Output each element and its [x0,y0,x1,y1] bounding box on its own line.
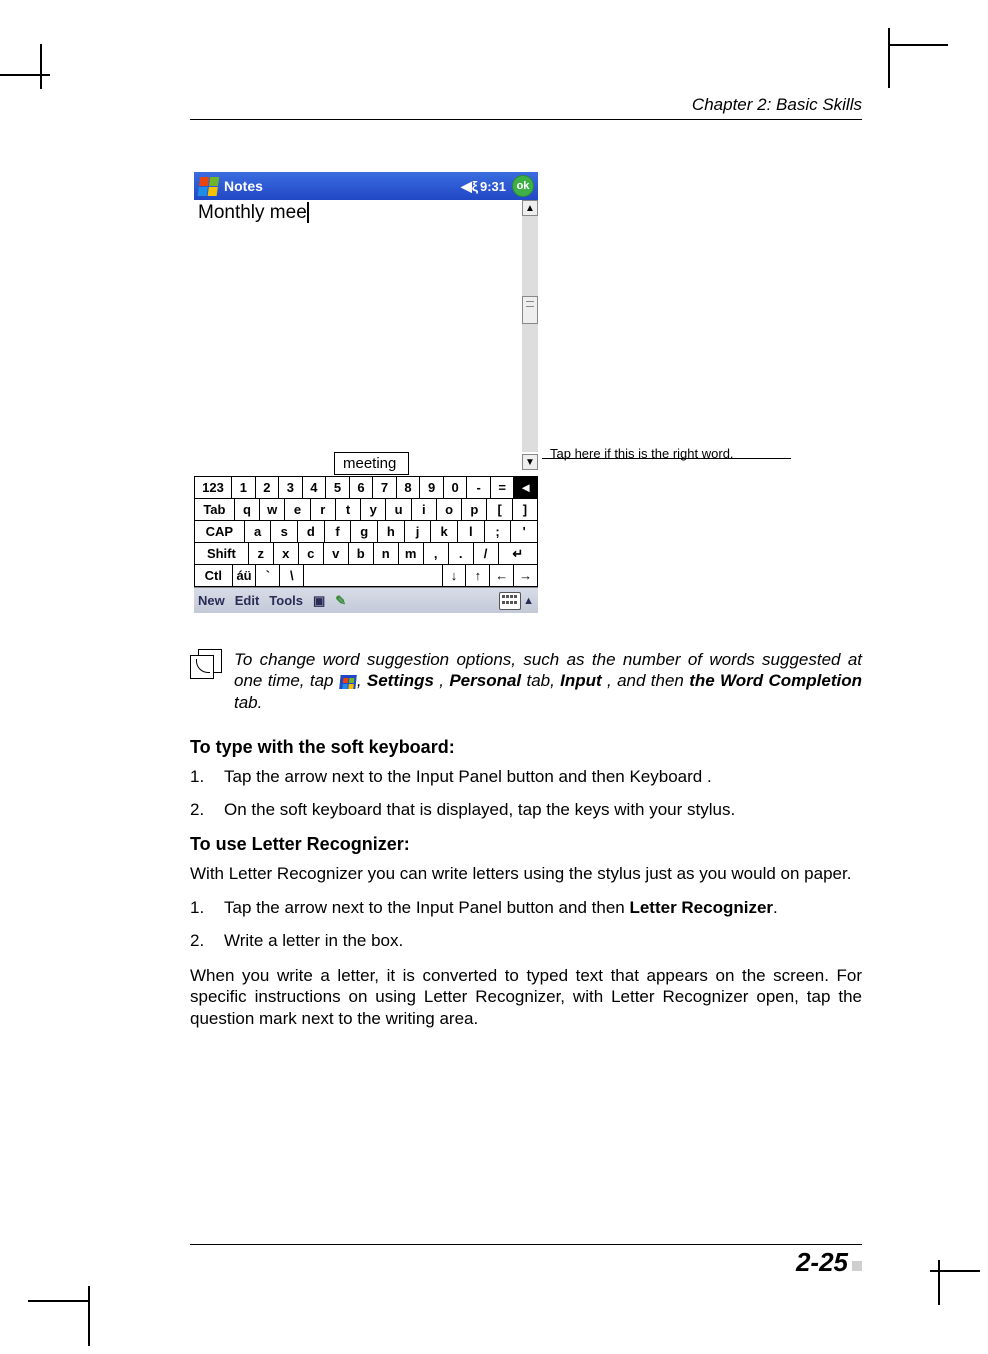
key-up[interactable]: ↑ [466,565,490,587]
key-backtick[interactable]: ` [256,565,280,587]
page-footer: 2-25 [190,1244,862,1278]
key-u[interactable]: u [386,499,411,521]
key-9[interactable]: 9 [420,477,444,499]
key-6[interactable]: 6 [350,477,374,499]
tip-note: To change word suggestion options, such … [190,649,862,713]
key-enter[interactable]: ↵ [499,543,538,565]
callout-text: Tap here if this is the right word. [550,446,810,462]
key-g[interactable]: g [351,521,378,543]
key-b[interactable]: b [349,543,374,565]
app-title: Notes [224,178,263,194]
record-icon[interactable]: ▣ [313,593,325,609]
key-l[interactable]: l [458,521,485,543]
key-c[interactable]: c [299,543,324,565]
pen-icon[interactable]: ✎ [335,593,346,609]
menu-tools[interactable]: Tools [269,593,303,608]
key-z[interactable]: z [249,543,274,565]
key-v[interactable]: v [324,543,349,565]
key-s[interactable]: s [271,521,298,543]
start-icon[interactable] [197,176,220,196]
soft-keyboard[interactable]: 123 1 2 3 4 5 6 7 8 9 0 - = ◄ Tab [194,476,538,587]
key-cap[interactable]: CAP [194,521,245,543]
steps-soft-keyboard: 1.Tap the arrow next to the Input Panel … [190,766,862,821]
titlebar: Notes ◀ξ 9:31 ok [194,172,538,200]
key-e[interactable]: e [285,499,310,521]
heading-letter-recognizer: To use Letter Recognizer: [190,834,862,855]
intro-letter-recognizer: With Letter Recognizer you can write let… [190,863,862,884]
key-t[interactable]: t [336,499,361,521]
key-right[interactable]: → [514,565,538,587]
key-down[interactable]: ↓ [443,565,467,587]
chapter-header: Chapter 2: Basic Skills [190,95,862,120]
key-r[interactable]: r [311,499,336,521]
menu-new[interactable]: New [198,593,225,608]
key-2[interactable]: 2 [256,477,280,499]
typed-text: Monthly mee [198,202,307,223]
ok-button[interactable]: ok [512,175,534,197]
key-h[interactable]: h [378,521,405,543]
key-7[interactable]: 7 [373,477,397,499]
footer-marker [852,1261,862,1271]
key-1[interactable]: 1 [232,477,256,499]
menu-edit[interactable]: Edit [235,593,260,608]
key-quote[interactable]: ' [511,521,538,543]
key-backspace[interactable]: ◄ [514,477,538,499]
key-o[interactable]: o [437,499,462,521]
heading-soft-keyboard: To type with the soft keyboard: [190,737,862,758]
key-left[interactable]: ← [490,565,514,587]
key-semicolon[interactable]: ; [485,521,512,543]
key-comma[interactable]: , [424,543,449,565]
key-tab[interactable]: Tab [194,499,235,521]
tip-text: To change word suggestion options, such … [234,649,862,713]
word-suggestion[interactable]: meeting [334,452,409,475]
scroll-up-button[interactable]: ▲ [522,200,538,216]
key-x[interactable]: x [274,543,299,565]
key-a[interactable]: a [245,521,272,543]
screenshot-figure: Tap here if this is the right word. Note… [190,168,862,617]
key-3[interactable]: 3 [279,477,303,499]
key-minus[interactable]: - [467,477,491,499]
key-ctl[interactable]: Ctl [194,565,233,587]
steps-letter-recognizer: 1.Tap the arrow next to the Input Panel … [190,897,862,952]
key-period[interactable]: . [449,543,474,565]
key-q[interactable]: q [235,499,260,521]
key-y[interactable]: y [361,499,386,521]
key-space[interactable] [304,565,442,587]
key-i[interactable]: i [412,499,437,521]
key-n[interactable]: n [374,543,399,565]
clock: 9:31 [480,179,506,194]
scroll-down-button[interactable]: ▼ [522,454,538,470]
key-w[interactable]: w [260,499,285,521]
key-0[interactable]: 0 [444,477,468,499]
scroll-thumb[interactable] [522,296,538,324]
note-icon [190,649,224,679]
input-panel-icon[interactable] [499,592,521,610]
key-k[interactable]: k [431,521,458,543]
key-123[interactable]: 123 [194,477,232,499]
key-equals[interactable]: = [491,477,515,499]
key-intl[interactable]: áü [233,565,257,587]
pda-screenshot: Notes ◀ξ 9:31 ok Monthly mee ▲ meeting ▼ [190,168,542,617]
key-shift[interactable]: Shift [194,543,249,565]
key-8[interactable]: 8 [397,477,421,499]
key-p[interactable]: p [462,499,487,521]
key-f[interactable]: f [325,521,352,543]
key-4[interactable]: 4 [303,477,327,499]
key-backslash[interactable]: \ [280,565,304,587]
vertical-scrollbar[interactable]: ▲ [522,200,538,452]
note-text-area[interactable]: Monthly mee ▲ [194,200,538,452]
page-number: 2-25 [796,1247,848,1277]
key-lbracket[interactable]: [ [487,499,512,521]
key-rbracket[interactable]: ] [513,499,538,521]
key-j[interactable]: j [405,521,432,543]
key-5[interactable]: 5 [326,477,350,499]
outro-letter-recognizer: When you write a letter, it is converted… [190,965,862,1029]
start-icon-inline [339,675,356,689]
bottom-toolbar: New Edit Tools ▣ ✎ ▲ [194,587,538,613]
key-m[interactable]: m [399,543,424,565]
key-d[interactable]: d [298,521,325,543]
key-slash[interactable]: / [474,543,499,565]
speaker-icon[interactable]: ◀ξ [461,178,478,195]
input-panel-arrow[interactable]: ▲ [523,595,534,607]
